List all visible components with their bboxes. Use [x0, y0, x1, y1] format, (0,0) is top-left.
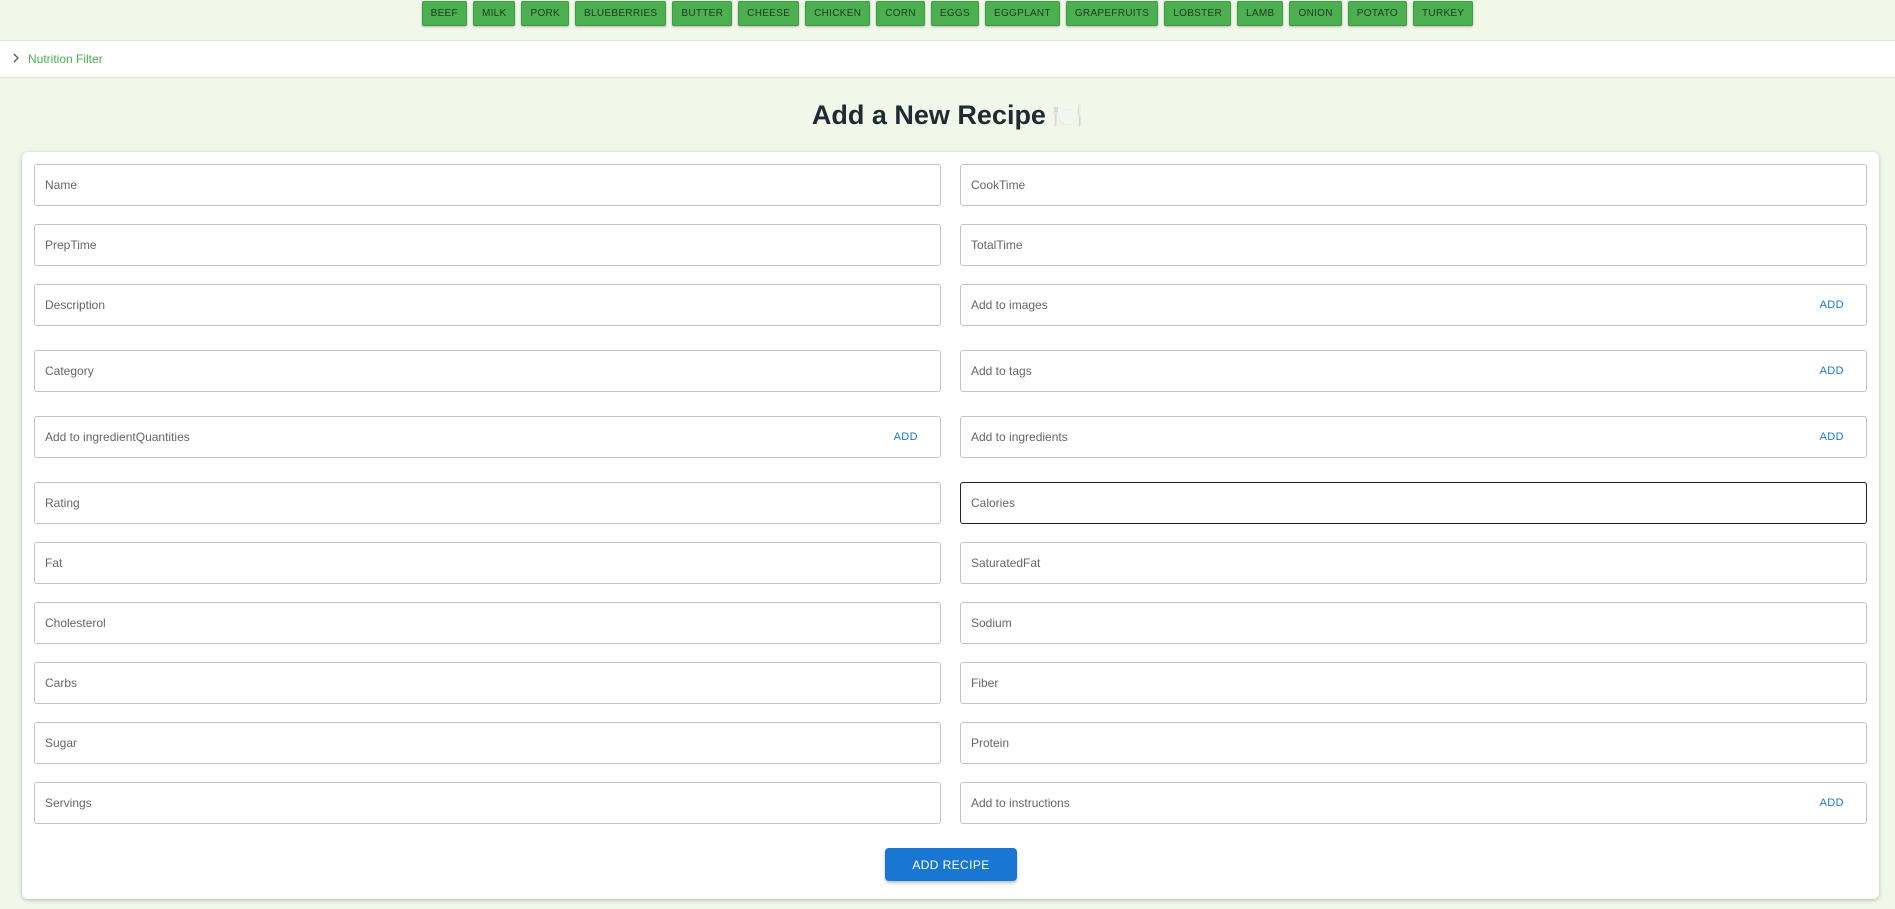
nutrition-filter-toggle[interactable]: Nutrition Filter [0, 40, 1895, 78]
fat-field[interactable]: Fat [34, 542, 941, 584]
add-tag-button[interactable]: ADD [1820, 365, 1844, 377]
ingredient-button-lobster[interactable]: LOBSTER [1164, 1, 1232, 26]
nutrition-filter-label: Nutrition Filter [28, 52, 103, 66]
carbs-field[interactable]: Carbs [34, 662, 941, 704]
images-field-label: Add to images [971, 298, 1048, 312]
ingredient-button-beef[interactable]: BEEF [421, 1, 467, 26]
ingredients-field[interactable]: Add to ingredients ADD [960, 416, 1867, 458]
saturated-fat-field-label: SaturatedFat [971, 556, 1041, 570]
calories-field-label: Calories [971, 496, 1016, 510]
ingredient-button-blueberries[interactable]: BLUEBERRIES [575, 1, 667, 26]
ingredient-button-milk[interactable]: MILK [472, 1, 516, 26]
prep-time-field-label: PrepTime [45, 238, 97, 252]
plate-cutlery-icon: 🍽️ [1051, 102, 1084, 130]
name-field-label: Name [45, 178, 78, 192]
add-image-button[interactable]: ADD [1820, 299, 1844, 311]
prep-time-field[interactable]: PrepTime [34, 224, 941, 266]
ingredient-button-potato[interactable]: POTATO [1347, 1, 1408, 26]
ingredient-button-bar: BEEF MILK PORK BLUEBERRIES BUTTER CHEESE… [0, 0, 1895, 40]
images-field[interactable]: Add to images ADD [960, 284, 1867, 326]
description-field[interactable]: Description [34, 284, 941, 326]
sugar-field-label: Sugar [45, 736, 78, 750]
carbs-field-label: Carbs [45, 676, 78, 690]
add-recipe-button[interactable]: ADD RECIPE [885, 848, 1017, 881]
ingredient-button-pork[interactable]: PORK [521, 1, 570, 26]
fiber-field-label: Fiber [971, 676, 999, 690]
tags-field-label: Add to tags [971, 364, 1032, 378]
category-field[interactable]: Category [34, 350, 941, 392]
ingredient-quantities-field[interactable]: Add to ingredientQuantities ADD [34, 416, 941, 458]
ingredient-button-turkey[interactable]: TURKEY [1413, 1, 1474, 26]
add-instruction-button[interactable]: ADD [1820, 797, 1844, 809]
fiber-field[interactable]: Fiber [960, 662, 1867, 704]
saturated-fat-field[interactable]: SaturatedFat [960, 542, 1867, 584]
total-time-field[interactable]: TotalTime [960, 224, 1867, 266]
ingredient-button-corn[interactable]: CORN [876, 1, 925, 26]
servings-field-label: Servings [45, 796, 92, 810]
servings-field[interactable]: Servings [34, 782, 941, 824]
total-time-field-label: TotalTime [971, 238, 1023, 252]
ingredient-button-cheese[interactable]: CHEESE [738, 1, 800, 26]
chevron-right-icon [12, 52, 20, 66]
recipe-form-card: Name CookTime PrepTime TotalTime Descrip… [22, 152, 1879, 899]
sodium-field[interactable]: Sodium [960, 602, 1867, 644]
rating-field-label: Rating [45, 496, 80, 510]
add-ingredient-quantity-button[interactable]: ADD [894, 431, 918, 443]
cook-time-field-label: CookTime [971, 178, 1026, 192]
description-field-label: Description [45, 298, 106, 312]
ingredient-button-butter[interactable]: BUTTER [672, 1, 733, 26]
ingredient-button-chicken[interactable]: CHICKEN [805, 1, 871, 26]
ingredient-button-eggplant[interactable]: EGGPLANT [984, 1, 1060, 26]
sugar-field[interactable]: Sugar [34, 722, 941, 764]
rating-field[interactable]: Rating [34, 482, 941, 524]
ingredient-button-onion[interactable]: ONION [1289, 1, 1342, 26]
sodium-field-label: Sodium [971, 616, 1012, 630]
ingredient-button-grapefruits[interactable]: GRAPEFRUITS [1065, 1, 1159, 26]
protein-field-label: Protein [971, 736, 1010, 750]
add-ingredient-button[interactable]: ADD [1820, 431, 1844, 443]
ingredient-button-lamb[interactable]: LAMB [1237, 1, 1284, 26]
name-field[interactable]: Name [34, 164, 941, 206]
instructions-field-label: Add to instructions [971, 796, 1070, 810]
cook-time-field[interactable]: CookTime [960, 164, 1867, 206]
fat-field-label: Fat [45, 556, 63, 570]
page-title: Add a New Recipe 🍽️ [0, 100, 1895, 131]
cholesterol-field-label: Cholesterol [45, 616, 106, 630]
tags-field[interactable]: Add to tags ADD [960, 350, 1867, 392]
cholesterol-field[interactable]: Cholesterol [34, 602, 941, 644]
calories-field[interactable]: Calories [960, 482, 1867, 524]
category-field-label: Category [45, 364, 94, 378]
ingredient-button-eggs[interactable]: EGGS [930, 1, 979, 26]
instructions-field[interactable]: Add to instructions ADD [960, 782, 1867, 824]
ingredients-field-label: Add to ingredients [971, 430, 1068, 444]
ingredient-quantities-field-label: Add to ingredientQuantities [45, 430, 190, 444]
page-title-text: Add a New Recipe [811, 100, 1046, 130]
protein-field[interactable]: Protein [960, 722, 1867, 764]
